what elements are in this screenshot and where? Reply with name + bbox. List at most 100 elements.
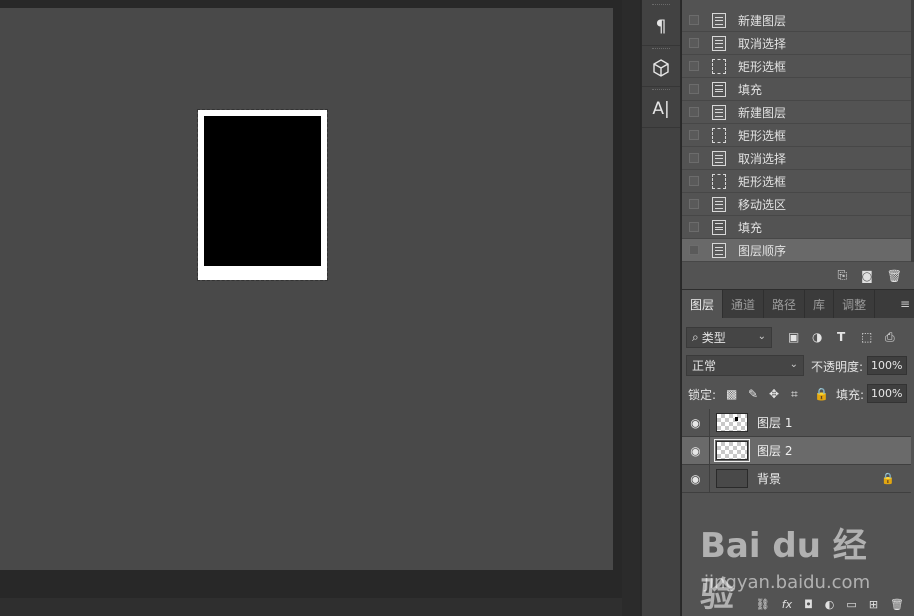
history-item[interactable]: 矩形选框 (682, 170, 911, 193)
history-item-label: 矩形选框 (738, 59, 787, 74)
layer-filter-dropdown[interactable]: ⌕ 类型 ⌄ (686, 327, 772, 348)
new-document-from-state-icon[interactable]: ⎘ (838, 268, 848, 283)
3d-panel-button[interactable] (642, 49, 680, 87)
layer-thumbnail (716, 469, 748, 488)
marquee-icon (712, 127, 726, 143)
add-mask-icon[interactable]: ◘ (804, 598, 813, 611)
history-source-checkbox[interactable] (689, 15, 699, 25)
tab-adjustments[interactable]: 调整 (834, 290, 876, 318)
history-source-checkbox[interactable] (689, 61, 699, 71)
history-item[interactable]: 填充 (682, 78, 911, 101)
trash-icon[interactable]: 🗑 (890, 598, 904, 611)
eye-visibility-icon[interactable]: ◉ (682, 408, 710, 437)
history-item[interactable]: 填充 (682, 216, 911, 239)
adjustment-layer-icon[interactable]: ◐ (825, 598, 835, 611)
history-panel: 新建图层 取消选择 矩形选框 填充 新建图层 矩形选框 取消选择 矩形选框 移动选区 填充 图层顺序… (682, 0, 914, 288)
fill-input[interactable]: 100% (867, 384, 907, 403)
eye-visibility-icon[interactable]: ◉ (682, 464, 710, 493)
eye-visibility-icon[interactable]: ◉ (682, 436, 710, 465)
lock-icon: 🔒 (881, 472, 895, 485)
tab-channels[interactable]: 通道 (723, 290, 765, 318)
history-item[interactable]: 新建图层 (682, 9, 911, 32)
opacity-input[interactable]: 100% (867, 356, 907, 375)
adjustment-filter-icon[interactable]: ◑ (812, 330, 822, 344)
photo-frame-artwork (197, 109, 328, 281)
character-icon: A| (652, 98, 670, 119)
paragraph-panel-button[interactable]: ¶ (642, 8, 680, 46)
history-item[interactable]: 矩形选框 (682, 124, 911, 147)
marquee-icon (712, 58, 726, 74)
history-item[interactable]: 图层顺序 (682, 239, 911, 262)
document-canvas[interactable] (0, 8, 613, 570)
new-layer-icon[interactable]: ⊞ (869, 598, 878, 611)
document-icon (712, 35, 726, 51)
type-filter-icon[interactable]: T (837, 330, 845, 344)
layer-row-background[interactable]: ◉ 背景 🔒 (682, 464, 911, 493)
history-item-label: 填充 (738, 220, 763, 235)
fill-label: 填充: (836, 388, 865, 402)
history-source-checkbox[interactable] (689, 38, 699, 48)
lock-all-icon[interactable]: 🔒 (814, 387, 829, 401)
history-footer: ⎘ ◙ 🗑 (682, 263, 914, 288)
history-source-checkbox[interactable] (689, 245, 699, 255)
lock-position-icon[interactable]: ✥ (769, 387, 779, 401)
history-source-checkbox[interactable] (689, 199, 699, 209)
history-item[interactable]: 取消选择 (682, 32, 911, 55)
lock-image-pixels-icon[interactable]: ✎ (748, 387, 758, 401)
history-source-checkbox[interactable] (689, 153, 699, 163)
strip-grip[interactable] (652, 4, 670, 7)
search-icon: ⌕ (692, 330, 699, 344)
link-layers-icon[interactable]: ⛓ (756, 598, 770, 611)
canvas-area[interactable] (0, 0, 640, 616)
trash-icon[interactable]: 🗑 (887, 269, 902, 283)
snapshot-camera-icon[interactable]: ◙ (861, 269, 873, 283)
history-source-checkbox[interactable] (689, 222, 699, 232)
tab-layers[interactable]: 图层 (682, 290, 724, 318)
document-icon (712, 12, 726, 28)
layers-footer: ⛓ fx ◘ ◐ ▭ ⊞ 🗑 (682, 592, 914, 616)
layer-style-fx-icon[interactable]: fx (782, 598, 792, 611)
history-source-checkbox[interactable] (689, 84, 699, 94)
character-panel-button[interactable]: A| (642, 90, 680, 128)
smart-object-filter-icon[interactable]: ⎙ (885, 330, 895, 345)
vertical-scrollbar[interactable] (622, 0, 640, 616)
lock-transparent-pixels-icon[interactable]: ▩ (726, 387, 737, 401)
layer-name: 图层 1 (757, 416, 793, 430)
document-icon (712, 150, 726, 166)
shape-filter-icon[interactable]: ⬚ (861, 330, 872, 344)
history-item[interactable]: 取消选择 (682, 147, 911, 170)
document-icon (712, 242, 726, 258)
layers-panel: 图层 通道 路径 库 调整 ≡ ⌕ 类型 ⌄ ▣ ◑ T ⬚ ⎙ 正常 ⌄ 不透… (682, 289, 914, 616)
pixel-filter-icon[interactable]: ▣ (788, 330, 799, 344)
history-item[interactable]: 矩形选框 (682, 55, 911, 78)
history-item-label: 移动选区 (738, 197, 787, 212)
selection-marquee (197, 109, 328, 281)
new-group-folder-icon[interactable]: ▭ (846, 598, 856, 611)
history-item[interactable]: 新建图层 (682, 101, 911, 124)
horizontal-scrollbar[interactable] (0, 598, 640, 616)
history-source-checkbox[interactable] (689, 107, 699, 117)
document-icon (712, 196, 726, 212)
chevron-down-icon: ⌄ (757, 331, 766, 342)
layer-name: 背景 (757, 472, 782, 486)
tab-libraries[interactable]: 库 (805, 290, 835, 318)
layer-row-1[interactable]: ◉ 图层 1 (682, 408, 911, 437)
layer-thumbnail (716, 413, 748, 432)
layer-row-2[interactable]: ◉ 图层 2 (682, 436, 911, 465)
right-panel: 新建图层 取消选择 矩形选框 填充 新建图层 矩形选框 取消选择 矩形选框 移动选区 填充 图层顺序… (682, 0, 914, 616)
history-item-label: 矩形选框 (738, 174, 787, 189)
history-item-label: 图层顺序 (738, 243, 787, 258)
history-item-label: 取消选择 (738, 151, 787, 166)
history-item-label: 取消选择 (738, 36, 787, 51)
3d-cube-icon (653, 58, 669, 77)
lock-artboard-icon[interactable]: ⌗ (791, 387, 798, 402)
history-item[interactable]: 移动选区 (682, 193, 911, 216)
tab-paths[interactable]: 路径 (764, 290, 806, 318)
history-source-checkbox[interactable] (689, 130, 699, 140)
marquee-icon (712, 173, 726, 189)
blend-mode-dropdown[interactable]: 正常 ⌄ (686, 355, 804, 376)
panel-menu-icon[interactable]: ≡ (900, 290, 914, 318)
layers-tab-bar: 图层 通道 路径 库 调整 ≡ (682, 290, 914, 318)
filter-type-label: 类型 (701, 331, 726, 345)
history-source-checkbox[interactable] (689, 176, 699, 186)
